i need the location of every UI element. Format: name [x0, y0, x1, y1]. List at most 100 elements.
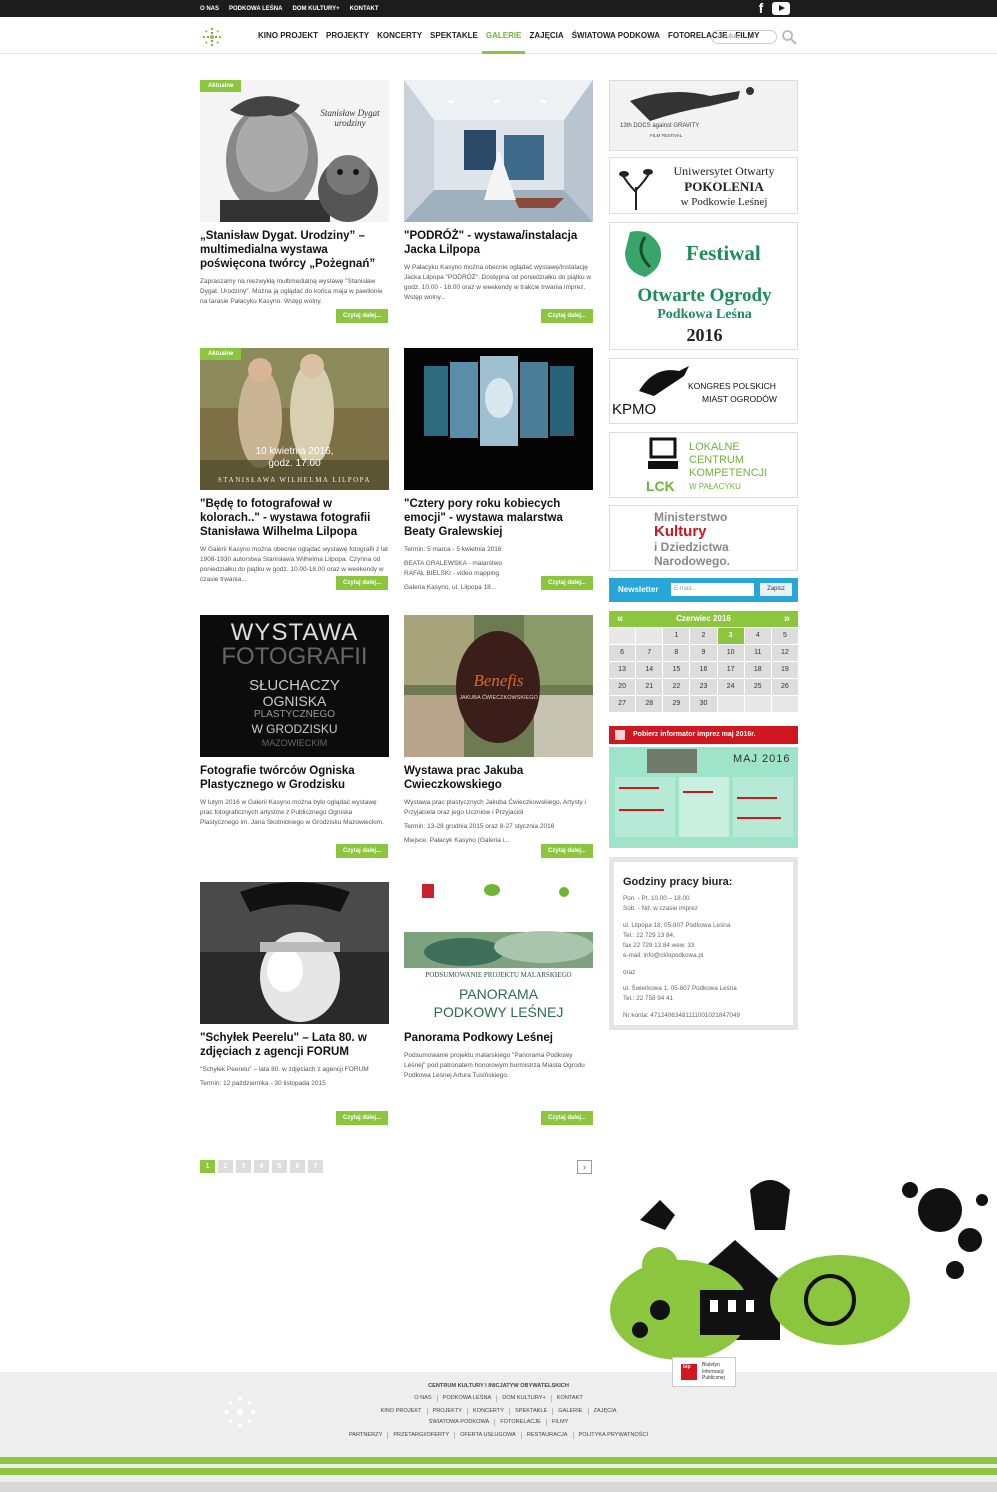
article-title[interactable]: Panorama Podkowy Leśnej [404, 1031, 593, 1045]
page-3[interactable]: 3 [236, 1160, 251, 1173]
nav-kino-projekt[interactable]: KINO PROJEKT [254, 17, 322, 54]
top-menu-podkowa[interactable]: PODKOWA LEŚNA [229, 6, 282, 12]
banner-festiwal-otwarte-ogrody[interactable]: Festiwal Otwarte Ogrody Podkowa Leśna 20… [609, 222, 798, 350]
article-thumbnail[interactable]: Aktualne 10 kwietnia 2016, godz. 17.00 S… [200, 348, 389, 490]
calendar-day[interactable]: 25 [744, 679, 771, 695]
footer-link[interactable]: KINO PROJEKT [375, 1408, 426, 1415]
article-thumbnail[interactable]: WYSTAWA FOTOGRAFII SŁUCHACZY OGNISKA PLA… [200, 615, 389, 757]
footer-link[interactable]: PROJEKTY [426, 1408, 468, 1415]
read-more-button[interactable]: Czytaj dalej... [541, 1111, 593, 1125]
calendar-day[interactable]: 22 [663, 679, 690, 695]
article-title[interactable]: Wystawa prac Jakuba Cwieczkowskiego [404, 764, 593, 792]
calendar-day[interactable]: 19 [771, 662, 798, 678]
read-more-button[interactable]: Czytaj dalej... [541, 309, 593, 323]
calendar-day[interactable]: 18 [744, 662, 771, 678]
calendar-day[interactable]: 7 [636, 645, 663, 661]
next-page-button[interactable]: › [577, 1160, 592, 1174]
top-menu-o-nas[interactable]: O NAS [200, 6, 219, 12]
article-thumbnail[interactable] [200, 882, 389, 1024]
footer-link[interactable]: FOTORELACJE [494, 1419, 546, 1426]
nav-galerie[interactable]: GALERIE [481, 17, 526, 54]
calendar-next-icon[interactable]: » [784, 611, 790, 627]
footer-link[interactable]: ZAJĘCIA [587, 1408, 622, 1415]
footer-link[interactable]: ŚWIATOWA PODKOWA [424, 1419, 495, 1426]
footer-link[interactable]: PARTNERZY [344, 1432, 387, 1439]
banner-uniwersytet-otwarty[interactable]: Uniwersytet Otwarty POKOLENIA w Podkowie… [609, 157, 798, 214]
calendar-day[interactable]: 28 [636, 696, 663, 712]
footer-link[interactable]: GALERIE [552, 1408, 587, 1415]
top-menu-dom-kultury[interactable]: DOM KULTURY+ [292, 6, 339, 12]
footer-link[interactable]: FILMY [545, 1419, 573, 1426]
article-thumbnail[interactable]: Aktualne Stanisław Dygat urodziny [200, 80, 389, 222]
calendar-day[interactable]: 20 [609, 679, 636, 695]
article-title[interactable]: "PODRÓŻ" - wystawa/instalacja Jacka Lilp… [404, 229, 593, 257]
footer-link[interactable]: OFERTA USŁUGOWA [454, 1432, 521, 1439]
footer-link[interactable]: POLITYKA PRYWATNOŚCI [572, 1432, 654, 1439]
calendar-prev-icon[interactable]: « [617, 611, 623, 627]
article-thumbnail[interactable]: Benefis JAKUBA ĆWIECZKOWSKIEGO [404, 615, 593, 757]
calendar-day[interactable]: 11 [744, 645, 771, 661]
calendar-day[interactable]: 2 [690, 628, 717, 644]
footer-link[interactable]: PODKOWA LEŚNA [436, 1395, 497, 1402]
calendar-day[interactable]: 12 [771, 645, 798, 661]
calendar-day[interactable]: 8 [663, 645, 690, 661]
newsletter-submit-button[interactable]: Zapisz [760, 583, 792, 596]
calendar-day[interactable]: 23 [690, 679, 717, 695]
logo-icon[interactable] [200, 25, 224, 49]
nav-koncerty[interactable]: KONCERTY [373, 17, 426, 54]
newsletter-email-input[interactable]: E-mail... [671, 583, 754, 596]
calendar-day[interactable]: 15 [663, 662, 690, 678]
article-title[interactable]: "Będę to fotografował w kolorach.." - wy… [200, 497, 389, 539]
banner-kongres-miast-ogrodow[interactable]: KPMO KONGRES POLSKICH MIAST OGRODÓW [609, 358, 798, 424]
calendar-day[interactable]: 13 [609, 662, 636, 678]
calendar-day[interactable]: 9 [690, 645, 717, 661]
nav-swiatowa-podkowa[interactable]: ŚWIATOWA PODKOWA [568, 17, 664, 54]
calendar-day[interactable]: 1 [663, 628, 690, 644]
calendar-day[interactable]: 6 [609, 645, 636, 661]
read-more-button[interactable]: Czytaj dalej... [336, 844, 388, 858]
article-title[interactable]: Fotografie twórców Ogniska Plastycznego … [200, 764, 389, 792]
nav-spektakle[interactable]: SPEKTAKLE [426, 17, 482, 54]
calendar-day[interactable]: 14 [636, 662, 663, 678]
article-thumbnail[interactable] [404, 80, 593, 222]
calendar-day[interactable]: 27 [609, 696, 636, 712]
page-7[interactable]: 7 [308, 1160, 323, 1173]
nav-projekty[interactable]: PROJEKTY [322, 17, 373, 54]
banner-lck[interactable]: LOKALNE CENTRUM KOMPETENCJI LCK W PAŁACY… [609, 432, 798, 498]
calendar-day[interactable]: 17 [717, 662, 744, 678]
footer-link[interactable]: DOM KULTURY+ [496, 1395, 550, 1402]
nav-zajecia[interactable]: ZAJĘCIA [525, 17, 567, 54]
article-thumbnail[interactable] [404, 348, 593, 490]
article-title[interactable]: "Schyłek Peerelu" – Lata 80. w zdjęciach… [200, 1031, 389, 1059]
calendar-day[interactable]: 16 [690, 662, 717, 678]
footer-link[interactable]: O NAS [409, 1395, 436, 1402]
page-1[interactable]: 1 [200, 1160, 215, 1173]
footer-link[interactable]: KONCERTY [467, 1408, 509, 1415]
calendar-day[interactable]: 24 [717, 679, 744, 695]
page-6[interactable]: 6 [290, 1160, 305, 1173]
read-more-button[interactable]: Czytaj dalej... [336, 1111, 388, 1125]
calendar-day[interactable]: 29 [663, 696, 690, 712]
footer-link[interactable]: KONTAKT [550, 1395, 588, 1402]
article-title[interactable]: "Cztery pory roku kobiecych emocji" - wy… [404, 497, 593, 539]
facebook-icon[interactable]: f [756, 1, 766, 16]
banner-ministerstwo-kultury[interactable]: Ministerstwo Kultury i Dziedzictwa Narod… [609, 505, 798, 571]
calendar-day[interactable]: 5 [771, 628, 798, 644]
top-menu-kontakt[interactable]: KONTAKT [350, 6, 379, 12]
page-5[interactable]: 5 [272, 1160, 287, 1173]
footer-link[interactable]: PRZETARGI/OFERTY [387, 1432, 454, 1439]
bip-badge[interactable]: bip Biuletyn Informacji Publicznej [672, 1357, 736, 1387]
calendar-day[interactable]: 3 [717, 628, 744, 644]
read-more-button[interactable]: Czytaj dalej... [336, 309, 388, 323]
banner-docs-against-gravity[interactable]: 13th DOCS against GRAVITY FILM FESTIVAL [609, 80, 798, 151]
read-more-button[interactable]: Czytaj dalej... [541, 576, 593, 590]
calendar-day[interactable]: 21 [636, 679, 663, 695]
calendar-day[interactable]: 26 [771, 679, 798, 695]
calendar-day[interactable]: 10 [717, 645, 744, 661]
search-icon[interactable] [781, 29, 797, 45]
read-more-button[interactable]: Czytaj dalej... [336, 576, 388, 590]
page-4[interactable]: 4 [254, 1160, 269, 1173]
informator-download-link[interactable]: Pobierz informator imprez maj 2016r. [609, 726, 798, 744]
footer-link[interactable]: RESTAURACJA [520, 1432, 573, 1439]
calendar-day[interactable]: 4 [744, 628, 771, 644]
